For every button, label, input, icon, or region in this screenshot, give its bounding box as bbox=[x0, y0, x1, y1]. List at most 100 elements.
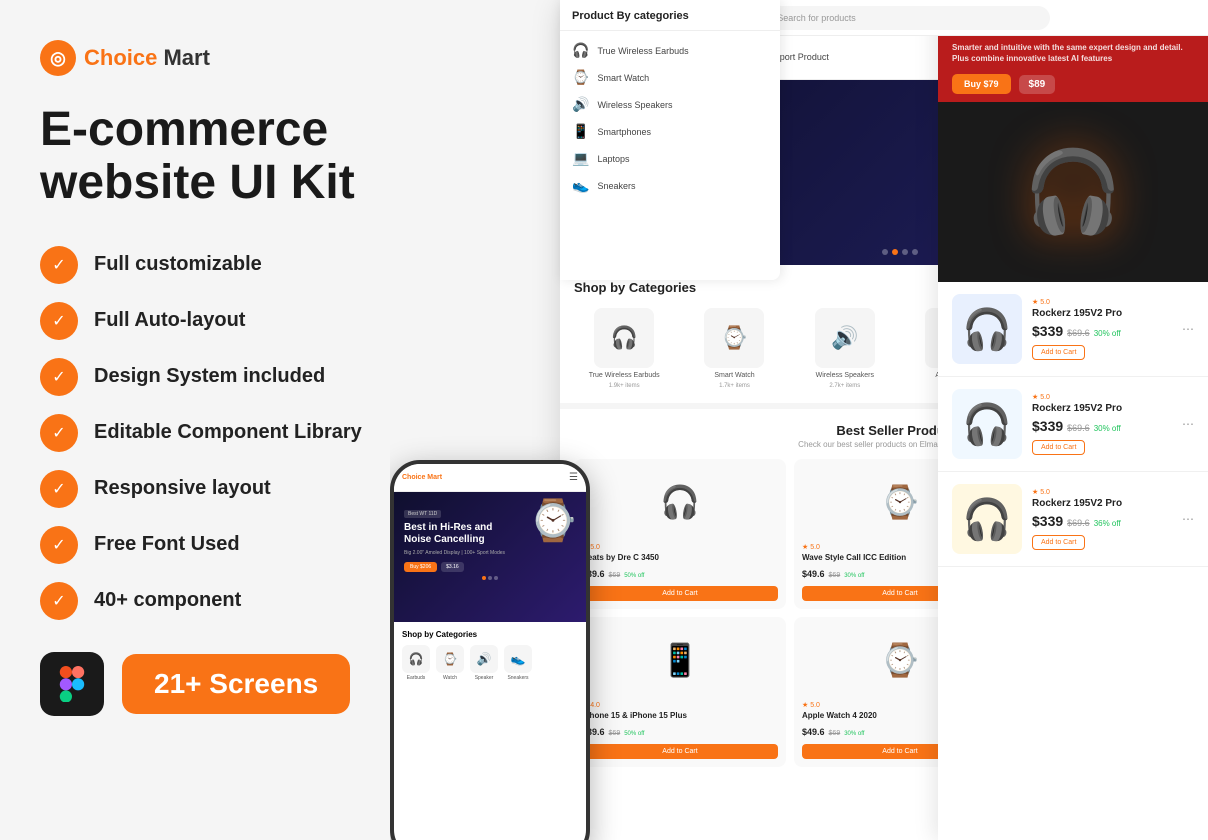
pd-item-discount: 30% off bbox=[1094, 424, 1121, 433]
mob-cat-icon: 👟 bbox=[504, 645, 532, 673]
product-detail-desc: Smarter and intuitive with the same expe… bbox=[952, 42, 1194, 64]
cat-icon: 🔊 bbox=[815, 308, 875, 368]
add-to-cart-button[interactable]: Add to Cart bbox=[582, 744, 778, 759]
mobile-logo: Choice Mart bbox=[402, 474, 442, 481]
category-item[interactable]: 🔊 Wireless Speakers 2.7k+ items bbox=[795, 308, 895, 389]
feature-label: Design System included bbox=[94, 365, 325, 388]
hero-dots bbox=[882, 249, 918, 255]
dot[interactable] bbox=[882, 249, 888, 255]
cat-icon: ⌚ bbox=[704, 308, 764, 368]
product-discount: 30% off bbox=[844, 573, 864, 579]
pd-item-old: $69.6 bbox=[1067, 328, 1090, 338]
overlay-item[interactable]: 💻 Laptops bbox=[560, 145, 780, 172]
category-item[interactable]: 🎧 True Wireless Earbuds 1.9k+ items bbox=[574, 308, 674, 389]
mobile-menu-icon[interactable]: ☰ bbox=[569, 472, 578, 483]
mob-dot[interactable] bbox=[494, 576, 498, 580]
mob-cat-icon: ⌚ bbox=[436, 645, 464, 673]
add-to-cart-link[interactable]: Add to Cart bbox=[1032, 535, 1085, 550]
mob-cat-item[interactable]: 🔊 Speaker bbox=[470, 645, 498, 681]
feature-label: Editable Component Library bbox=[94, 421, 362, 444]
pd-item-price: $339 bbox=[1032, 418, 1063, 434]
add-to-cart-button[interactable]: Add to Cart bbox=[582, 586, 778, 601]
product-main-image: 🎧 bbox=[938, 102, 1208, 282]
category-item[interactable]: ⌚ Smart Watch 1.7k+ items bbox=[684, 308, 784, 389]
dot-active[interactable] bbox=[892, 249, 898, 255]
mob-hero-btns: Buy $206 $3.16 bbox=[404, 562, 576, 572]
cat-count: 1.9k+ items bbox=[609, 383, 640, 389]
product-price: $49.6 bbox=[802, 569, 825, 579]
mob-dots bbox=[404, 576, 576, 580]
mob-cats-row: 🎧 Earbuds ⌚ Watch 🔊 Speaker 👟 Sneakers bbox=[402, 645, 578, 681]
dot[interactable] bbox=[902, 249, 908, 255]
pd-item-info: ★ 5.0 Rockerz 195V2 Pro $339$69.630% off… bbox=[1032, 298, 1172, 360]
mob-cat-label: Earbuds bbox=[407, 675, 426, 681]
pd-item-name: Rockerz 195V2 Pro bbox=[1032, 308, 1172, 319]
overlay-item-label: True Wireless Earbuds bbox=[597, 46, 688, 56]
add-to-cart-link[interactable]: Add to Cart bbox=[1032, 345, 1085, 360]
product-rating: ★ 5.0 bbox=[582, 543, 778, 551]
cat-ov-icon: 🎧 bbox=[572, 42, 589, 59]
product-price-tag: $89 bbox=[1019, 75, 1056, 94]
mobile-inner: Choice Mart ☰ Best WT 11D Best in Hi-Res… bbox=[394, 464, 586, 840]
pd-item-image: 🎧 bbox=[952, 294, 1022, 364]
mob-watch: ⌚ bbox=[528, 497, 578, 544]
mob-dot[interactable] bbox=[488, 576, 492, 580]
cat-ov-icon: 💻 bbox=[572, 150, 589, 167]
overlay-item[interactable]: 📱 Smartphones bbox=[560, 118, 780, 145]
logo-icon: ◎ bbox=[40, 40, 76, 76]
mob-cat-label: Sneakers bbox=[507, 675, 528, 681]
check-icon: ✓ bbox=[40, 246, 78, 284]
cat-icon: 🎧 bbox=[594, 308, 654, 368]
product-list-item: 🎧 ★ 5.0 Rockerz 195V2 Pro $339$69.630% o… bbox=[938, 282, 1208, 377]
dot[interactable] bbox=[912, 249, 918, 255]
product-discount: 30% off bbox=[844, 731, 864, 737]
check-icon: ✓ bbox=[40, 470, 78, 508]
cat-ov-icon: 👟 bbox=[572, 177, 589, 194]
search-input-bar[interactable]: 🔍 Search for products bbox=[750, 6, 1050, 30]
categories-overlay-panel: Product By categories 🎧 True Wireless Ea… bbox=[560, 0, 780, 280]
product-card[interactable]: 📱 ★ 4.0 iPhone 15 & iPhone 15 Plus $39.6… bbox=[574, 617, 786, 767]
pd-item-image: 🎧 bbox=[952, 389, 1022, 459]
mob-cat-label: Watch bbox=[443, 675, 457, 681]
nav-link-sport[interactable]: Sport Product bbox=[774, 52, 829, 63]
product-name: iPhone 15 & iPhone 15 Plus bbox=[582, 711, 778, 720]
mobile-screenshot: Choice Mart ☰ Best WT 11D Best in Hi-Res… bbox=[390, 460, 590, 840]
overlay-item[interactable]: 👟 Sneakers bbox=[560, 172, 780, 199]
search-placeholder: Search for products bbox=[777, 13, 856, 23]
buy-button[interactable]: Buy $79 bbox=[952, 74, 1011, 94]
pd-item-info: ★ 5.0 Rockerz 195V2 Pro $339$69.630% off… bbox=[1032, 393, 1172, 455]
overlay-list: 🎧 True Wireless Earbuds ⌚ Smart Watch 🔊 … bbox=[560, 31, 780, 205]
mob-cat-item[interactable]: 🎧 Earbuds bbox=[402, 645, 430, 681]
pd-item-old: $69.6 bbox=[1067, 518, 1090, 528]
mob-buy-button[interactable]: Buy $206 bbox=[404, 562, 437, 572]
item-dots-icon[interactable]: ⋯ bbox=[1182, 512, 1194, 526]
figma-icon bbox=[54, 666, 90, 702]
product-image: 📱 bbox=[582, 625, 778, 695]
product-image: 🎧 bbox=[582, 467, 778, 537]
overlay-item[interactable]: 🔊 Wireless Speakers bbox=[560, 91, 780, 118]
mob-hero-badge: Best WT 11D bbox=[404, 510, 441, 518]
pd-item-rating: ★ 5.0 bbox=[1032, 298, 1172, 306]
mob-cat-item[interactable]: ⌚ Watch bbox=[436, 645, 464, 681]
brand-choice: Choice bbox=[84, 45, 157, 70]
check-icon: ✓ bbox=[40, 582, 78, 620]
product-card[interactable]: 🎧 ★ 5.0 Beats by Dre C 3450 $39.6$6950% … bbox=[574, 459, 786, 609]
cat-count: 2.7k+ items bbox=[829, 383, 860, 389]
item-dots-icon[interactable]: ⋯ bbox=[1182, 322, 1194, 336]
mobile-hero: Best WT 11D Best in Hi-Res andNoise Canc… bbox=[394, 492, 586, 622]
screenshots-area: 🔍 Search for products Choice Mart All Ca… bbox=[390, 0, 1208, 840]
cat-ov-icon: 📱 bbox=[572, 123, 589, 140]
pd-item-image: 🎧 bbox=[952, 484, 1022, 554]
add-to-cart-link[interactable]: Add to Cart bbox=[1032, 440, 1085, 455]
mob-cat-item[interactable]: 👟 Sneakers bbox=[504, 645, 532, 681]
item-dots-icon[interactable]: ⋯ bbox=[1182, 417, 1194, 431]
mob-dot-active[interactable] bbox=[482, 576, 486, 580]
product-rating: ★ 4.0 bbox=[582, 701, 778, 709]
heading-line1: E-commerce bbox=[40, 103, 328, 156]
cat-name: True Wireless Earbuds bbox=[589, 372, 660, 379]
overlay-item-label: Smart Watch bbox=[597, 73, 649, 83]
pd-item-discount: 36% off bbox=[1094, 519, 1121, 528]
heading-line2: website UI Kit bbox=[40, 156, 355, 209]
overlay-item[interactable]: ⌚ Smart Watch bbox=[560, 64, 780, 91]
overlay-item[interactable]: 🎧 True Wireless Earbuds bbox=[560, 37, 780, 64]
